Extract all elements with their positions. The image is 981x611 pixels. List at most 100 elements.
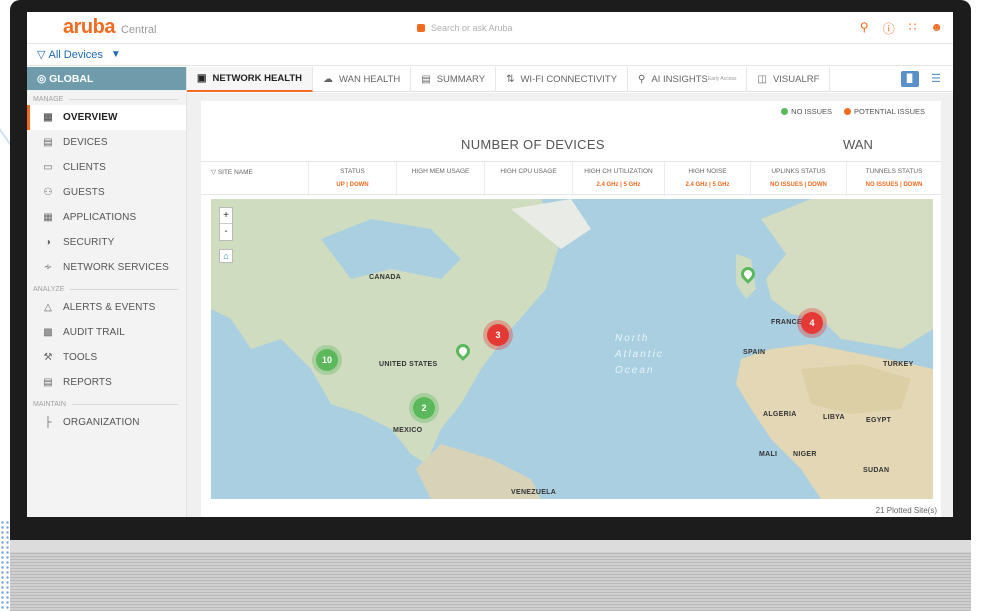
legend-no-issues: NO ISSUES (781, 107, 832, 116)
search-icon[interactable]: ⚲ (860, 20, 869, 37)
sidebar-item-audit-trail[interactable]: ▩ AUDIT TRAIL (27, 320, 186, 345)
column-uplinks[interactable]: UPLINKS STATUS NO ISSUES | DOWN (751, 162, 847, 196)
sidebar-item-reports[interactable]: ▤ REPORTS (27, 370, 186, 395)
map-label: UNITED STATES (379, 361, 438, 368)
organization-icon: ├ (44, 417, 52, 428)
section-manage: MANAGE (27, 90, 186, 105)
tab-ai-insights[interactable]: ⚲ AI INSIGHTS Early Access (628, 66, 748, 92)
tab-wifi-connectivity[interactable]: ⇅ WI-FI CONNECTIVITY (496, 66, 629, 92)
audit-icon: ▩ (43, 327, 53, 338)
column-status[interactable]: STATUS UP | DOWN (309, 162, 397, 196)
guests-icon: ⚇ (43, 187, 53, 198)
sidebar-item-applications[interactable]: ▦ APPLICATIONS (27, 205, 186, 230)
map-label: EGYPT (866, 417, 892, 424)
map-label: VENEZUELA (511, 489, 557, 496)
lightbulb-icon: ⚲ (638, 73, 646, 85)
top-icons: ⚲ ⓘ ∷ ☻ (860, 20, 943, 37)
sidebar-item-overview[interactable]: ▦ OVERVIEW (27, 105, 186, 130)
status-legend: NO ISSUES POTENTIAL ISSUES (781, 107, 925, 116)
chart-view-icon[interactable]: ▉ (901, 71, 919, 87)
section-analyze: ANALYZE (27, 280, 186, 295)
site-cluster[interactable]: 4 (801, 312, 823, 334)
screen: aruba Central Search or ask Aruba ⚲ ⓘ ∷ … (27, 12, 953, 517)
map-label: SPAIN (743, 349, 766, 356)
tab-visualrf[interactable]: ◫ VISUALRF (747, 66, 831, 92)
user-icon[interactable]: ☻ (930, 20, 943, 37)
map-label: SUDAN (863, 467, 890, 474)
sidebar-item-security[interactable]: ◑ SECURITY (27, 230, 186, 255)
site-cluster[interactable]: 2 (413, 397, 435, 419)
monitor-icon: ▣ (197, 72, 207, 84)
product-name: Central (120, 23, 157, 36)
map-label: LIBYA (823, 414, 845, 421)
sidebar-item-alerts-events[interactable]: △ ALERTS & EVENTS (27, 295, 186, 320)
summary-icon: ▤ (421, 73, 431, 85)
zoom-in-button[interactable]: + (220, 208, 232, 224)
map-label: ALGERIA (763, 411, 797, 418)
sidebar-item-network-services[interactable]: ∻ NETWORK SERVICES (27, 255, 186, 280)
global-scope[interactable]: ◎ GLOBAL (27, 67, 186, 90)
site-map[interactable]: CANADA UNITED STATES MEXICO VENEZUELA SP… (211, 199, 933, 499)
wan-header: WAN (843, 137, 873, 152)
zoom-controls: + - (219, 207, 233, 241)
tab-network-health[interactable]: ▣ NETWORK HEALTH (187, 66, 313, 92)
bell-icon: △ (44, 302, 52, 313)
filter-bar: ▽ All Devices ▼ (27, 44, 953, 66)
legend-potential-issues: POTENTIAL ISSUES (844, 107, 925, 116)
dropdown-arrow-icon[interactable]: ▼ (111, 49, 121, 60)
apps-grid-icon[interactable]: ∷ (909, 20, 917, 37)
site-cluster[interactable]: 3 (487, 324, 509, 346)
network-health-panel: NO ISSUES POTENTIAL ISSUES NUMBER OF DEV… (201, 101, 941, 517)
section-maintain: MAINTAIN (27, 395, 186, 410)
search-bar[interactable]: Search or ask Aruba (417, 19, 607, 37)
device-filter[interactable]: All Devices (49, 49, 103, 61)
world-map-land (211, 199, 933, 499)
overview-icon: ▦ (43, 112, 53, 123)
column-high-ch-util[interactable]: HIGH CH UTILIZATION 2.4 GHz | 5 GHz (573, 162, 665, 196)
devices-icon: ▤ (43, 137, 53, 148)
top-bar: aruba Central Search or ask Aruba ⚲ ⓘ ∷ … (27, 12, 953, 44)
sidebar-item-organization[interactable]: ├ ORGANIZATION (27, 410, 186, 435)
map-label: NIGER (793, 451, 817, 458)
map-label: TURKEY (883, 361, 914, 368)
tools-icon: ⚒ (43, 352, 53, 363)
tab-wan-health[interactable]: ☁ WAN HEALTH (313, 66, 412, 92)
view-toggle: ▉ ☰ (901, 71, 945, 87)
security-icon: ◑ (44, 237, 52, 248)
map-label: FRANCE (771, 319, 802, 326)
column-site-name[interactable]: ▽ SITE NAME (201, 162, 309, 196)
column-high-cpu[interactable]: HIGH CPU USAGE (485, 162, 573, 196)
aruba-logo[interactable]: aruba (63, 16, 115, 39)
sidebar-item-devices[interactable]: ▤ DEVICES (27, 130, 186, 155)
reports-icon: ▤ (43, 377, 53, 388)
column-tunnels[interactable]: TUNNELS STATUS NO ISSUES | DOWN (847, 162, 941, 196)
map-label: MALI (759, 451, 778, 458)
devices-header: NUMBER OF DEVICES (461, 137, 605, 152)
connectivity-icon: ⇅ (506, 73, 515, 85)
main-content: NO ISSUES POTENTIAL ISSUES NUMBER OF DEV… (187, 93, 953, 517)
map-label: MEXICO (393, 427, 423, 434)
zoom-out-button[interactable]: - (220, 224, 232, 240)
filter-icon: ▽ (37, 49, 49, 61)
sidebar: ◎ GLOBAL MANAGE ▦ OVERVIEW ▤ DEVICES ▭ CLIE… (27, 67, 187, 517)
cloud-icon: ☁ (323, 73, 333, 85)
search-icon (417, 24, 425, 32)
column-high-mem[interactable]: HIGH MEM USAGE (397, 162, 485, 196)
visualrf-icon: ◫ (757, 73, 767, 85)
help-icon[interactable]: ⓘ (883, 20, 895, 37)
laptop-chin (10, 540, 971, 611)
column-headers: ▽ SITE NAME STATUS UP | DOWN HIGH MEM USA… (201, 161, 941, 196)
sidebar-item-guests[interactable]: ⚇ GUESTS (27, 180, 186, 205)
tab-summary[interactable]: ▤ SUMMARY (411, 66, 497, 92)
list-view-icon[interactable]: ☰ (927, 71, 945, 87)
sidebar-item-clients[interactable]: ▭ CLIENTS (27, 155, 186, 180)
plotted-sites-count: 21 Plotted Site(s) (875, 506, 937, 515)
map-label: CANADA (369, 274, 402, 281)
column-high-noise[interactable]: HIGH NOISE 2.4 GHz | 5 GHz (665, 162, 751, 196)
home-icon[interactable]: ⌂ (219, 249, 233, 263)
sidebar-item-tools[interactable]: ⚒ TOOLS (27, 345, 186, 370)
ocean-label: North Atlantic Ocean (615, 333, 664, 376)
filter-icon: ▽ (211, 169, 218, 176)
site-cluster[interactable]: 10 (316, 349, 338, 371)
applications-icon: ▦ (43, 212, 53, 223)
